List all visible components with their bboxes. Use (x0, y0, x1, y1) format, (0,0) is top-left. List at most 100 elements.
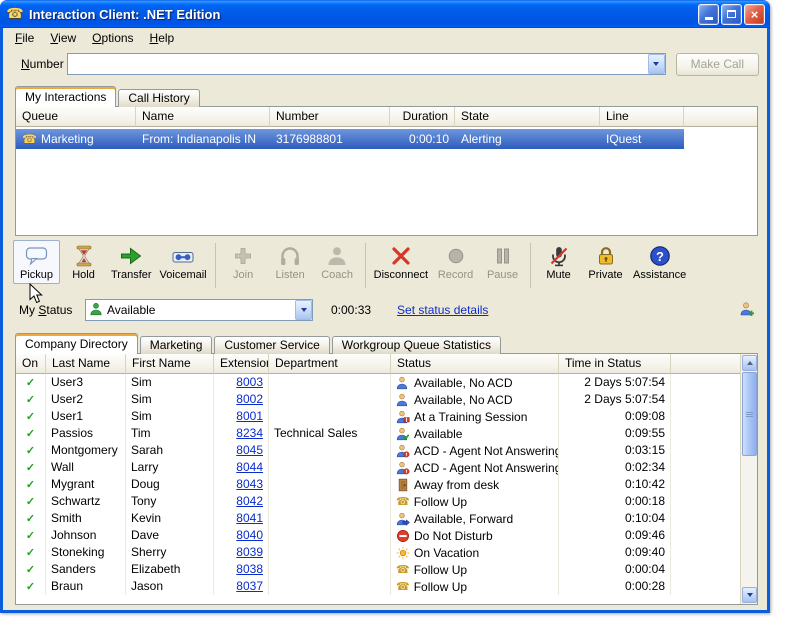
time-in-status-cell: 2 Days 5:07:54 (559, 374, 671, 391)
menu-view[interactable]: View (42, 29, 84, 47)
set-status-details-link[interactable]: Set status details (397, 303, 488, 317)
queue-header-duration[interactable]: Duration (390, 107, 455, 127)
join-button[interactable]: Join (220, 240, 267, 284)
listen-button[interactable]: Listen (267, 240, 314, 284)
directory-row[interactable]: ✓ User3 Sim 8003 Available, No ACD 2 Days 5:0… (16, 374, 740, 391)
status-combobox[interactable]: Available (85, 299, 313, 321)
pickup-button[interactable]: Pickup (13, 240, 60, 284)
extension-link[interactable]: 8037 (236, 579, 263, 593)
record-button[interactable]: Record (432, 240, 479, 284)
extension-link[interactable]: 8002 (236, 392, 263, 406)
menu-file[interactable]: File (7, 29, 42, 47)
directory-row[interactable]: ✓ Montgomery Sarah 8045 ACD - Agent Not Answ… (16, 442, 740, 459)
directory-row[interactable]: ✓ Stoneking Sherry 8039 On Vacation 0:09:40 (16, 544, 740, 561)
directory-row[interactable]: ✓ User2 Sim 8002 Available, No ACD 2 Days 5:0… (16, 391, 740, 408)
extension-link[interactable]: 8042 (236, 494, 263, 508)
directory-header-department[interactable]: Department (269, 354, 391, 374)
presence-summary-icon[interactable] (739, 301, 755, 320)
department-cell (269, 391, 391, 408)
directory-row[interactable]: ✓ Braun Jason 8037 ☎ Follow Up 0:00:28 (16, 578, 740, 595)
private-icon (594, 244, 618, 268)
queue-header-number[interactable]: Number (270, 107, 390, 127)
directory-header-on[interactable]: On (16, 354, 46, 374)
queue-header-line[interactable]: Line (600, 107, 684, 127)
number-combobox[interactable] (67, 53, 666, 75)
directory-header-last-name[interactable]: Last Name (46, 354, 126, 374)
directory-header-first-name[interactable]: First Name (126, 354, 214, 374)
scrollbar-track[interactable] (741, 372, 757, 586)
tab-my-interactions[interactable]: My Interactions (15, 86, 117, 107)
directory-row[interactable]: ✓ Schwartz Tony 8042 ☎ Follow Up 0:00:18 (16, 493, 740, 510)
status-cell: ☎ Follow Up (391, 561, 559, 578)
menu-help[interactable]: Help (142, 29, 183, 47)
maximize-button[interactable] (721, 3, 742, 25)
vertical-scrollbar[interactable] (740, 354, 757, 604)
first-name-cell: Tony (126, 493, 214, 510)
directory-header-extension[interactable]: Extension (214, 354, 269, 374)
extension-link[interactable]: 8043 (236, 477, 263, 491)
time-in-status-cell: 2 Days 5:07:54 (559, 391, 671, 408)
directory-row[interactable]: ✓ Wall Larry 8044 ACD - Agent Not Answering 0… (16, 459, 740, 476)
pause-button[interactable]: Pause (479, 240, 526, 284)
queue-header-state[interactable]: State (455, 107, 600, 127)
directory-header-status[interactable]: Status (391, 354, 559, 374)
extension-link[interactable]: 8001 (236, 409, 263, 423)
extension-link[interactable]: 8234 (236, 426, 263, 440)
scrollbar-thumb[interactable] (742, 372, 757, 456)
make-call-button[interactable]: Make Call (675, 52, 759, 76)
first-name-cell: Kevin (126, 510, 214, 527)
directory-row[interactable]: ✓ Passios Tim 8234 Technical Sales Available 0… (16, 425, 740, 442)
status-dropdown-button[interactable] (295, 300, 312, 320)
coach-button[interactable]: Coach (314, 240, 361, 284)
last-name-cell: Passios (46, 425, 126, 442)
transfer-button[interactable]: Transfer (107, 240, 156, 284)
last-name-cell: Stoneking (46, 544, 126, 561)
directory-row[interactable]: ✓ Mygrant Doug 8043 Away from desk 0:10:42 (16, 476, 740, 493)
close-button[interactable]: × (744, 3, 765, 25)
directory-row[interactable]: ✓ User1 Sim 8001 At a Training Session 0:09:0… (16, 408, 740, 425)
scroll-down-button[interactable] (742, 587, 757, 603)
extension-link[interactable]: 8040 (236, 528, 263, 542)
online-check-icon: ✓ (25, 394, 36, 406)
queue-row[interactable]: ☎ Marketing From: Indianapolis IN 317698880… (16, 129, 684, 149)
acd-alert-icon (396, 461, 410, 475)
directory-row[interactable]: ✓ Johnson Dave 8040 Do Not Disturb 0:09:46 (16, 527, 740, 544)
tab-customer-service[interactable]: Customer Service (214, 336, 330, 354)
mute-button[interactable]: Mute (535, 240, 582, 284)
chevron-down-icon (300, 308, 307, 312)
extension-link[interactable]: 8039 (236, 545, 263, 559)
titlebar[interactable]: ☎ Interaction Client: .NET Edition × (0, 0, 770, 28)
assistance-button[interactable]: ? Assistance (629, 240, 690, 284)
extension-link[interactable]: 8044 (236, 460, 263, 474)
tab-company-directory[interactable]: Company Directory (15, 333, 138, 354)
time-in-status-cell: 0:00:18 (559, 493, 671, 510)
menu-options[interactable]: Options (84, 29, 141, 47)
tab-call-history[interactable]: Call History (118, 89, 200, 107)
filler-cell (671, 493, 740, 510)
directory-row[interactable]: ✓ Sanders Elizabeth 8038 ☎ Follow Up 0:00:04 (16, 561, 740, 578)
private-button[interactable]: Private (582, 240, 629, 284)
tab-marketing[interactable]: Marketing (139, 336, 213, 354)
hold-button[interactable]: Hold (60, 240, 107, 284)
extension-link[interactable]: 8041 (236, 511, 263, 525)
mute-icon (547, 244, 571, 268)
time-in-status-cell: 0:00:28 (559, 578, 671, 595)
number-dropdown-button[interactable] (647, 54, 665, 74)
disconnect-button[interactable]: Disconnect (370, 240, 432, 284)
time-in-status-cell: 0:10:04 (559, 510, 671, 527)
scroll-up-button[interactable] (742, 355, 757, 371)
extension-link[interactable]: 8038 (236, 562, 263, 576)
directory-row[interactable]: ✓ Smith Kevin 8041 Available, Forward 0:10:04 (16, 510, 740, 527)
svg-text:?: ? (656, 249, 664, 264)
tab-workgroup-queue-statistics[interactable]: Workgroup Queue Statistics (331, 336, 501, 354)
extension-link[interactable]: 8045 (236, 443, 263, 457)
queue-header-queue[interactable]: Queue (16, 107, 136, 127)
extension-link[interactable]: 8003 (236, 375, 263, 389)
minimize-button[interactable] (698, 3, 719, 25)
extension-cell: 8042 (214, 493, 269, 510)
voicemail-button[interactable]: Voicemail (156, 240, 211, 284)
directory-header-time-in-status[interactable]: Time in Status (559, 354, 671, 374)
queue-panel: Queue Name Number Duration State Line ☎ Market… (15, 106, 758, 236)
directory-panel: On Last Name First Name Extension Department… (15, 353, 758, 605)
queue-header-name[interactable]: Name (136, 107, 270, 127)
